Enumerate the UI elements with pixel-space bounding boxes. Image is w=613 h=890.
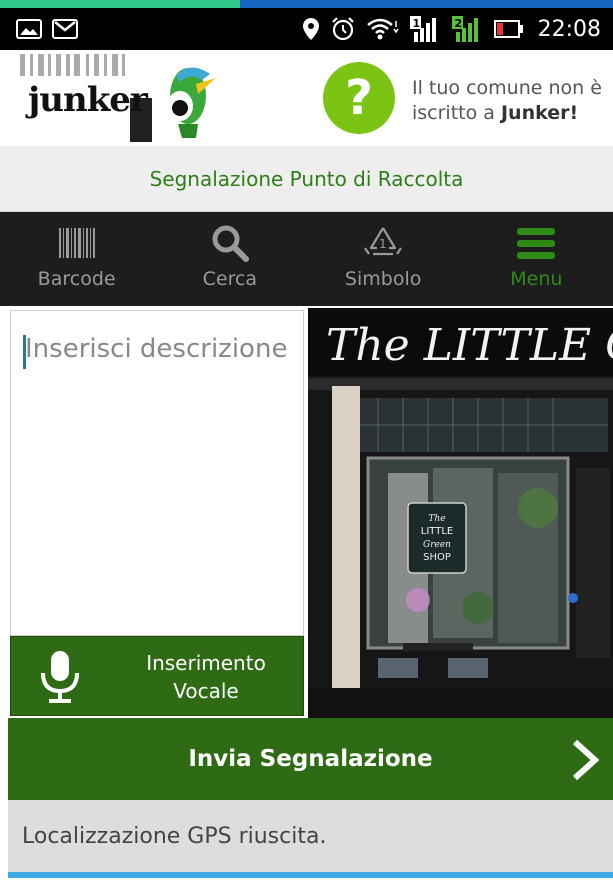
barcode-icon bbox=[57, 222, 97, 264]
recycle-symbol-icon: 1 bbox=[361, 222, 405, 264]
nav-symbol[interactable]: 1 Simbolo bbox=[307, 212, 460, 306]
svg-text:1: 1 bbox=[379, 237, 387, 251]
sim1-signal-icon: 1 bbox=[409, 16, 442, 42]
nav-search[interactable]: Cerca bbox=[153, 212, 306, 306]
voice-input-label: Inserimento Vocale bbox=[121, 649, 291, 705]
gps-status-text: Localizzazione GPS riuscita. bbox=[22, 823, 327, 849]
comune-not-registered-message: Il tuo comune non è iscritto a Junker! bbox=[412, 76, 610, 126]
voice-label-line2: Vocale bbox=[173, 679, 239, 703]
nav-barcode-label: Barcode bbox=[37, 268, 116, 290]
top-accent-green bbox=[0, 0, 240, 8]
shop-sign-text: The LITTLE Green bbox=[326, 320, 613, 371]
sim1-label: 1 bbox=[412, 17, 420, 30]
report-content: Inserisci descrizione Inserimento Vocale… bbox=[0, 306, 613, 718]
send-report-label: Invia Segnalazione bbox=[188, 746, 433, 772]
shop-label-line1: The bbox=[428, 514, 445, 524]
question-mark-icon: ? bbox=[345, 70, 373, 126]
page-title: Segnalazione Punto di Raccolta bbox=[0, 146, 613, 212]
sim2-signal-icon: 2 bbox=[451, 16, 484, 42]
junker-logo[interactable]: junker bbox=[10, 54, 230, 142]
app-header: junker ? Il tuo comune non è iscritto a … bbox=[0, 50, 613, 146]
nav-symbol-label: Simbolo bbox=[344, 268, 422, 290]
description-placeholder: Inserisci descrizione bbox=[25, 334, 288, 364]
sim2-label: 2 bbox=[454, 17, 462, 30]
voice-label-line1: Inserimento bbox=[146, 651, 266, 675]
nav-menu[interactable]: Menu bbox=[460, 212, 613, 306]
help-button[interactable]: ? bbox=[323, 62, 395, 134]
status-bar-left bbox=[16, 19, 78, 39]
status-bar-right: 1 2 22:08 bbox=[302, 16, 601, 42]
send-report-button[interactable]: Invia Segnalazione bbox=[8, 718, 613, 800]
microphone-icon bbox=[37, 649, 83, 709]
chevron-right-icon bbox=[571, 738, 601, 788]
alarm-icon bbox=[330, 16, 356, 42]
bottom-nav-bar: Barcode Cerca 1 Simbolo Menu bbox=[0, 212, 613, 306]
nav-menu-label: Menu bbox=[510, 268, 563, 290]
clock-time: 22:08 bbox=[537, 16, 601, 42]
bottom-spacer bbox=[0, 878, 613, 890]
search-icon bbox=[210, 222, 250, 264]
top-accent-bar bbox=[0, 0, 613, 8]
gmail-icon bbox=[52, 19, 78, 39]
nav-barcode[interactable]: Barcode bbox=[0, 212, 153, 306]
shop-label-line3: Green bbox=[423, 540, 451, 550]
message-brand: Junker! bbox=[500, 102, 579, 124]
wifi-icon bbox=[366, 17, 400, 41]
menu-icon bbox=[515, 222, 557, 264]
logo-text: junker bbox=[28, 80, 148, 120]
shop-label-line2: LITTLE bbox=[421, 526, 453, 537]
location-icon bbox=[302, 17, 320, 41]
shop-label-line4: SHOP bbox=[423, 552, 451, 563]
image-icon bbox=[16, 19, 42, 39]
page-title-text: Segnalazione Punto di Raccolta bbox=[149, 166, 464, 191]
collection-point-photo[interactable]: The LITTLE Green The LITTLE Green SHOP bbox=[308, 308, 613, 718]
gps-status-bar: Localizzazione GPS riuscita. bbox=[8, 800, 613, 872]
battery-icon bbox=[493, 20, 524, 38]
description-input[interactable]: Inserisci descrizione bbox=[10, 310, 304, 636]
nav-search-label: Cerca bbox=[202, 268, 258, 290]
status-bar: 1 2 22:08 bbox=[0, 8, 613, 50]
voice-input-button[interactable]: Inserimento Vocale bbox=[10, 636, 304, 716]
